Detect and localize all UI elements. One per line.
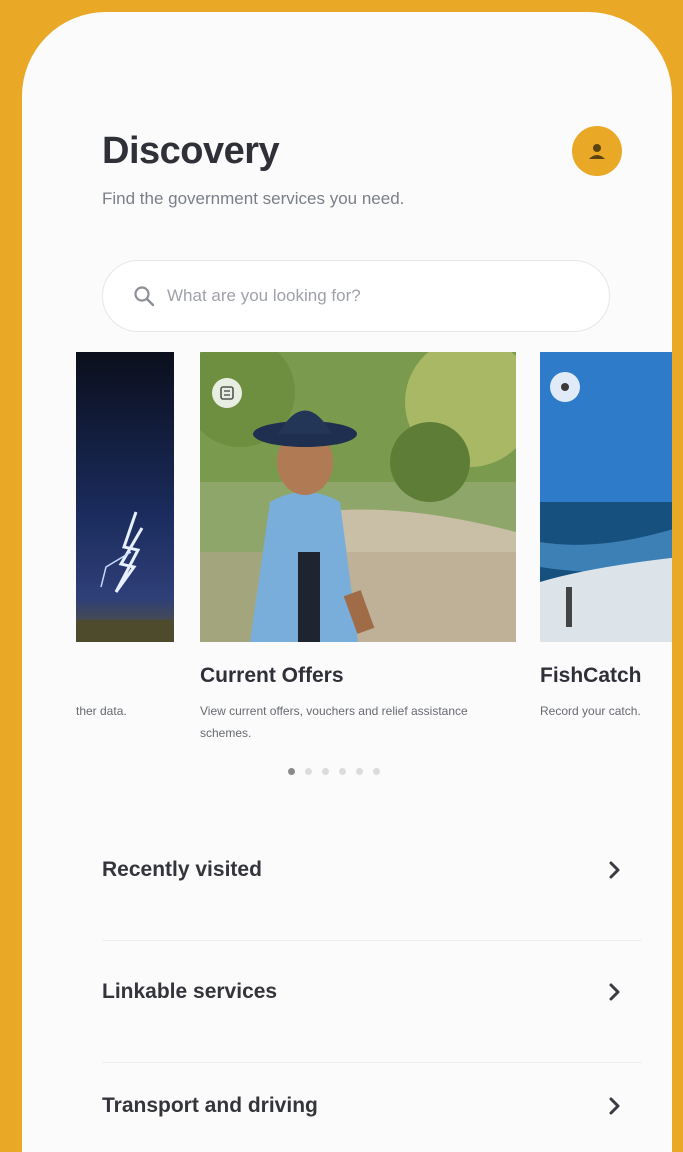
search-input[interactable]: What are you looking for? bbox=[102, 260, 610, 332]
child-in-park-image bbox=[200, 352, 516, 642]
person-icon bbox=[589, 144, 605, 159]
pagination-dot[interactable] bbox=[339, 768, 346, 775]
card-title: Current Offers bbox=[200, 664, 344, 687]
divider bbox=[102, 940, 642, 941]
list-item-recently-visited[interactable]: Recently visited bbox=[102, 840, 622, 900]
carousel-pagination bbox=[288, 768, 380, 775]
list-item-label: Recently visited bbox=[102, 858, 262, 881]
card-description: Record your catch. bbox=[540, 704, 641, 718]
list-item-label: Linkable services bbox=[102, 980, 278, 1003]
pagination-dot[interactable] bbox=[322, 768, 329, 775]
divider bbox=[102, 1062, 642, 1063]
card-badge bbox=[212, 378, 242, 408]
search-icon bbox=[134, 286, 155, 307]
list-item-linkable-services[interactable]: Linkable services bbox=[102, 962, 622, 1022]
page-header: Discovery Find the government services y… bbox=[102, 130, 642, 209]
carousel-card-fishcatch[interactable] bbox=[540, 352, 672, 642]
card-badge bbox=[550, 372, 580, 402]
pagination-dot[interactable] bbox=[305, 768, 312, 775]
pagination-dot[interactable] bbox=[356, 768, 363, 775]
card-title: FishCatch bbox=[540, 664, 642, 687]
search-placeholder: What are you looking for? bbox=[167, 286, 361, 305]
card-description: ther data. bbox=[76, 704, 127, 718]
lightning-storm-image bbox=[76, 352, 174, 642]
pagination-dot[interactable] bbox=[288, 768, 295, 775]
pagination-dot[interactable] bbox=[373, 768, 380, 775]
card-description: View current offers, vouchers and relief… bbox=[200, 704, 468, 740]
phone-screen: Discovery Find the government services y… bbox=[22, 12, 672, 1152]
carousel-card-previous[interactable] bbox=[76, 352, 174, 642]
profile-button[interactable] bbox=[572, 126, 622, 176]
page-subtitle: Find the government services you need. bbox=[102, 189, 405, 208]
page-title: Discovery bbox=[102, 130, 280, 172]
carousel-card-current-offers[interactable] bbox=[200, 352, 516, 642]
chevron-right-icon bbox=[609, 983, 620, 1001]
location-icon bbox=[561, 383, 569, 391]
list-item-label: Transport and driving bbox=[102, 1094, 318, 1117]
chevron-right-icon bbox=[609, 861, 620, 879]
chevron-right-icon bbox=[609, 1097, 620, 1115]
list-item-transport-and-driving[interactable]: Transport and driving bbox=[102, 1076, 622, 1136]
offers-icon bbox=[220, 386, 234, 400]
